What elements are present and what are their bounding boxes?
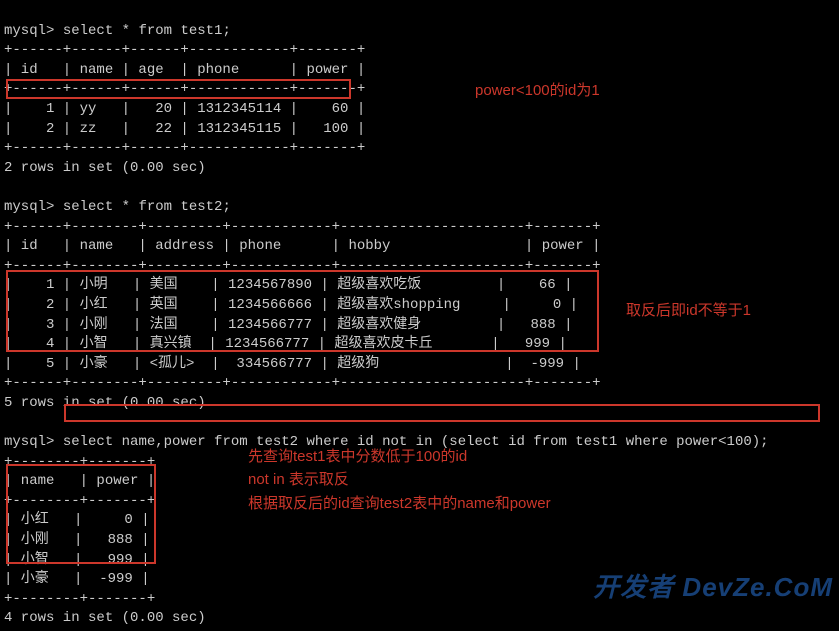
table1-border: +------+------+------+------------+-----… (4, 81, 365, 97)
table2-row: | 4 | 小智 | 真兴镇 | 1234566777 | 超级喜欢皮卡丘 | … (4, 336, 567, 352)
table1-row: | 1 | yy | 20 | 1312345114 | 60 | (4, 101, 365, 117)
table1-border: +------+------+------+------------+-----… (4, 42, 365, 58)
table2-border: +------+--------+---------+------------+… (4, 258, 601, 274)
watermark: 开发者 DevZe.CoM (593, 569, 833, 605)
table2-border: +------+--------+---------+------------+… (4, 219, 601, 235)
table1-border: +------+------+------+------------+-----… (4, 140, 365, 156)
table2-border: +------+--------+---------+------------+… (4, 375, 601, 391)
annotation-2: 取反后即id不等于1 (626, 300, 751, 321)
table1-summary: 2 rows in set (0.00 sec) (4, 160, 206, 176)
table2-summary: 5 rows in set (0.00 sec) (4, 395, 206, 411)
table3-row: | 小豪 | -999 | (4, 571, 150, 587)
table1-row: | 2 | zz | 22 | 1312345115 | 100 | (4, 121, 365, 137)
table3-border: +--------+-------+ (4, 454, 155, 470)
table3-header: | name | power | (4, 473, 155, 489)
table3-row: | 小刚 | 888 | (4, 532, 150, 548)
table3-border: +--------+-------+ (4, 591, 155, 607)
table2-row: | 5 | 小豪 | <孤儿> | 334566777 | 超级狗 | -999… (4, 356, 581, 372)
table2-row: | 2 | 小红 | 英国 | 1234566666 | 超级喜欢shoppin… (4, 297, 578, 313)
prompt: mysql> select * from test2; (4, 199, 231, 215)
table2-row: | 3 | 小刚 | 法国 | 1234566777 | 超级喜欢健身 | 88… (4, 317, 572, 333)
query2: select * from test2; (63, 199, 231, 215)
table3-row: | 小红 | 0 | (4, 512, 150, 528)
table2-header: | id | name | address | phone | hobby | … (4, 238, 601, 254)
prompt: mysql> select * from test1; (4, 23, 231, 39)
table1-header: | id | name | age | phone | power | (4, 62, 365, 78)
annotation-1: power<100的id为1 (475, 80, 600, 101)
table2-row: | 1 | 小明 | 美国 | 1234567890 | 超级喜欢吃饭 | 66… (4, 277, 572, 293)
table3-summary: 4 rows in set (0.00 sec) (4, 610, 206, 626)
query1: select * from test1; (63, 23, 231, 39)
annotation-3: 先查询test1表中分数低于100的id not in 表示取反 根据取反后的i… (248, 445, 551, 515)
table3-border: +--------+-------+ (4, 493, 155, 509)
table3-row: | 小智 | 999 | (4, 552, 150, 568)
